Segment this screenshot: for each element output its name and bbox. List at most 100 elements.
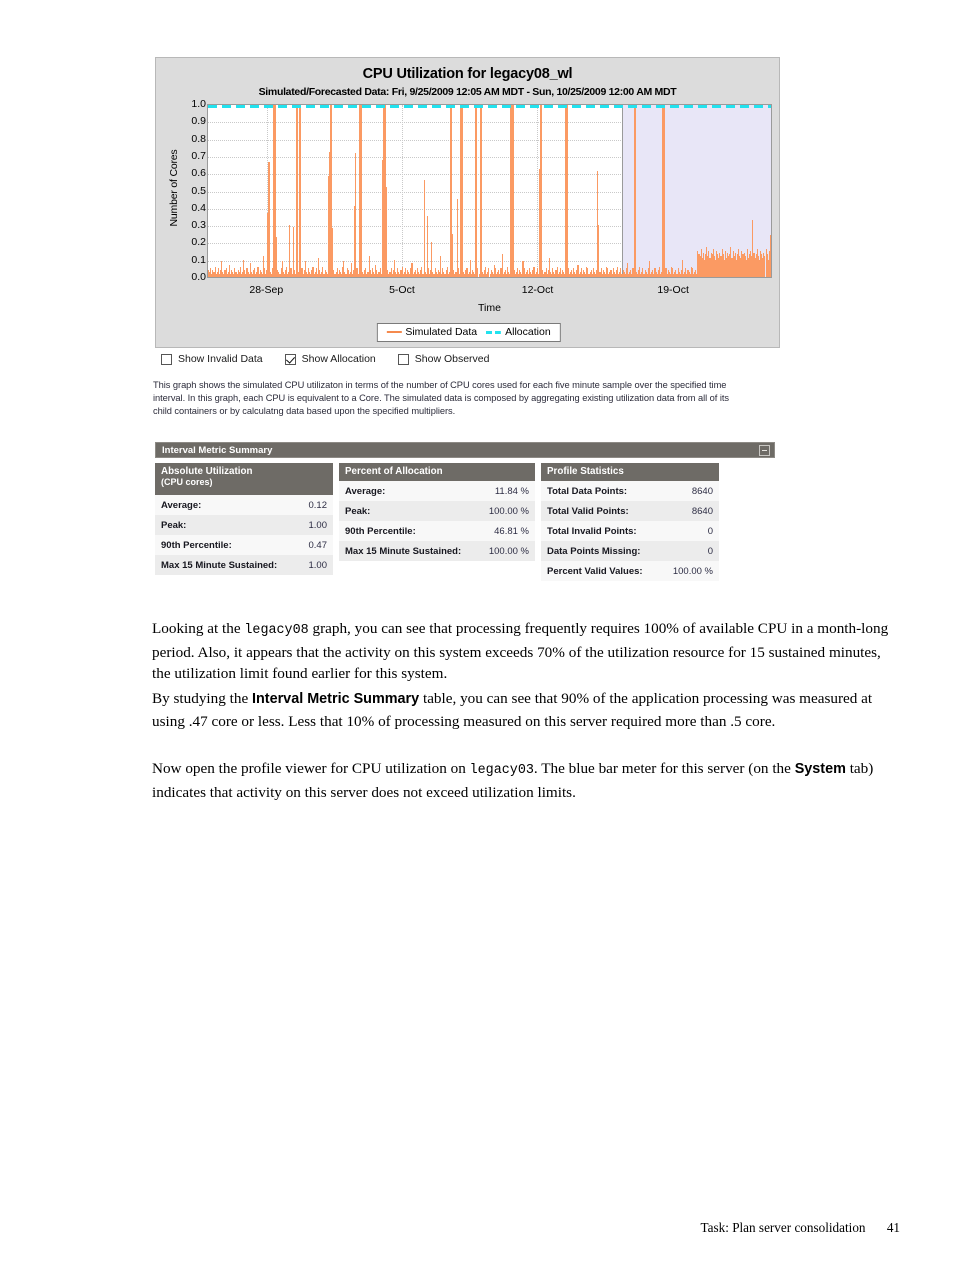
metric-label: Max 15 Minute Sustained: [345,545,462,557]
data-bar [476,105,478,277]
panel-title: Interval Metric Summary [162,444,273,456]
checkbox-label: Show Allocation [301,353,376,365]
x-tick-label: 19-Oct [657,284,689,296]
legend-label: Simulated Data [405,326,478,338]
data-bar [360,105,362,277]
checkbox-label: Show Observed [414,353,490,365]
metric-value: 8640 [691,505,713,517]
footer-page-number: 41 [886,1220,900,1235]
metric-row: Peak: 100.00 % [339,501,535,521]
checkbox-show-invalid-data[interactable]: Show Invalid Data [161,353,263,365]
data-bar [297,105,299,277]
metric-column-header: Profile Statistics [541,463,719,481]
legend-label: Allocation [505,326,551,338]
interval-metric-summary-header: Interval Metric Summary [155,442,775,458]
metric-label: Peak: [345,505,371,517]
y-tick-label: 1.0 [191,98,206,110]
text-run: Now open the profile viewer for CPU util… [152,760,470,778]
y-tick-label: 0.1 [191,253,206,266]
metric-value: 11.84 % [494,485,529,497]
data-bar [664,105,666,277]
metric-row: Average: 11.84 % [339,481,535,501]
graph-description-text: This graph shows the simulated CPU utili… [153,380,729,416]
data-bar [480,105,482,277]
metric-row: Max 15 Minute Sustained: 1.00 [155,555,333,575]
metric-label: Total Valid Points: [547,505,629,517]
checkbox-show-observed[interactable]: Show Observed [397,353,490,365]
y-tick-label: 0.4 [191,201,206,214]
metric-row: Average: 0.12 [155,495,333,515]
metric-row: Peak: 1.00 [155,515,333,535]
x-axis-title: Time [478,302,501,314]
metric-column-subheader: (CPU cores) [161,477,213,487]
y-tick-label: 0.3 [191,219,206,232]
metric-row: Total Data Points: 8640 [541,481,719,501]
checkbox-label: Show Invalid Data [178,353,263,365]
x-tick-label: 28-Sep [249,284,284,296]
metric-column-header: Percent of Allocation [339,463,535,481]
checkbox-checked-icon[interactable] [284,353,296,365]
metric-label: Data Points Missing: [547,545,641,557]
metric-label: 90th Percentile: [345,525,416,537]
metric-column-header-title: Absolute Utilization [161,466,253,477]
interval-metric-summary-body: Absolute Utilization (CPU cores) Average: 0… [155,458,775,581]
metric-value: 100.00 % [488,505,529,517]
legend-line-icon [386,331,402,333]
text-run: Looking at the [152,620,245,638]
metric-value: 8640 [691,485,713,497]
allocation-threshold-line [208,105,771,108]
metric-label: Average: [345,485,386,497]
y-tick-label: 0.0 [191,271,206,283]
page-footer: Task: Plan server consolidation 41 [0,1220,900,1236]
chart-plot-wrapper: Number of Cores 1.0 0.9 0.8 0.7 0.6 0.5 0.4 0.3… [156,99,781,352]
paragraph-1: Looking at the legacy08 graph, you can s… [152,618,900,685]
legend-dashed-line-icon [486,330,502,334]
y-tick-label: 0.7 [191,149,206,162]
metric-value: 1.00 [308,559,328,571]
cpu-utilization-chart-panel: CPU Utilization for legacy08_wl Simulate… [155,57,780,348]
metric-column-header-title: Percent of Allocation [345,466,443,477]
interval-metric-summary-panel: Interval Metric Summary Absolute Utiliza… [155,442,775,581]
metric-value: 0 [707,545,713,557]
data-bar [456,198,458,277]
chart-display-options: Show Invalid Data Show Allocation Show Obs… [161,353,490,365]
metric-label: Total Invalid Points: [547,525,637,537]
minimize-icon[interactable] [759,444,770,456]
data-bar [566,105,568,277]
metric-value: 0 [707,525,713,537]
x-tick-label: 5-Oct [389,284,415,296]
data-bar [512,105,514,277]
metric-column: Percent of Allocation Average: 11.84 % Peak… [339,463,535,581]
y-tick-label: 0.8 [191,132,206,145]
chart-title: CPU Utilization for legacy08_wl [362,66,573,82]
metric-value: 0.12 [308,499,328,511]
data-bar [386,186,388,277]
text-run: . The blue bar meter for this server (on… [533,760,795,778]
data-bar [541,105,543,277]
checkbox-unchecked-icon[interactable] [161,353,172,365]
legend-entry-simulated-data: Simulated Data [386,326,477,338]
y-tick-label: 0.5 [191,184,206,197]
metric-row: Percent Valid Values: 100.00 % [541,561,719,581]
metric-value: 46.81 % [494,525,529,537]
data-bar [634,105,636,277]
metric-row: Max 15 Minute Sustained: 100.00 % [339,541,535,561]
metric-label: Peak: [161,519,187,531]
data-bar [300,105,302,277]
metric-label: Percent Valid Values: [547,565,643,577]
metric-row: 90th Percentile: 0.47 [155,535,333,555]
checkbox-unchecked-icon[interactable] [397,353,409,365]
metric-column-header: Absolute Utilization (CPU cores) [155,463,333,495]
metric-column: Profile Statistics Total Data Points: 8640… [541,463,719,581]
code-legacy08: legacy08 [244,623,309,639]
metric-label: Total Data Points: [547,485,628,497]
metric-row: Total Invalid Points: 0 [541,521,719,541]
footer-task-label: Task: Plan server consolidation [700,1220,866,1235]
checkbox-show-allocation[interactable]: Show Allocation [284,353,376,365]
metric-value: 0.47 [308,539,328,551]
x-tick-label: 12-Oct [521,284,554,296]
y-axis-tick-labels: 1.0 0.9 0.8 0.7 0.6 0.5 0.4 0.3 0.2 0.1 0.0 [164,99,206,284]
metric-label: Average: [161,499,202,511]
data-bar [598,224,600,277]
y-tick-label: 0.9 [191,115,206,128]
